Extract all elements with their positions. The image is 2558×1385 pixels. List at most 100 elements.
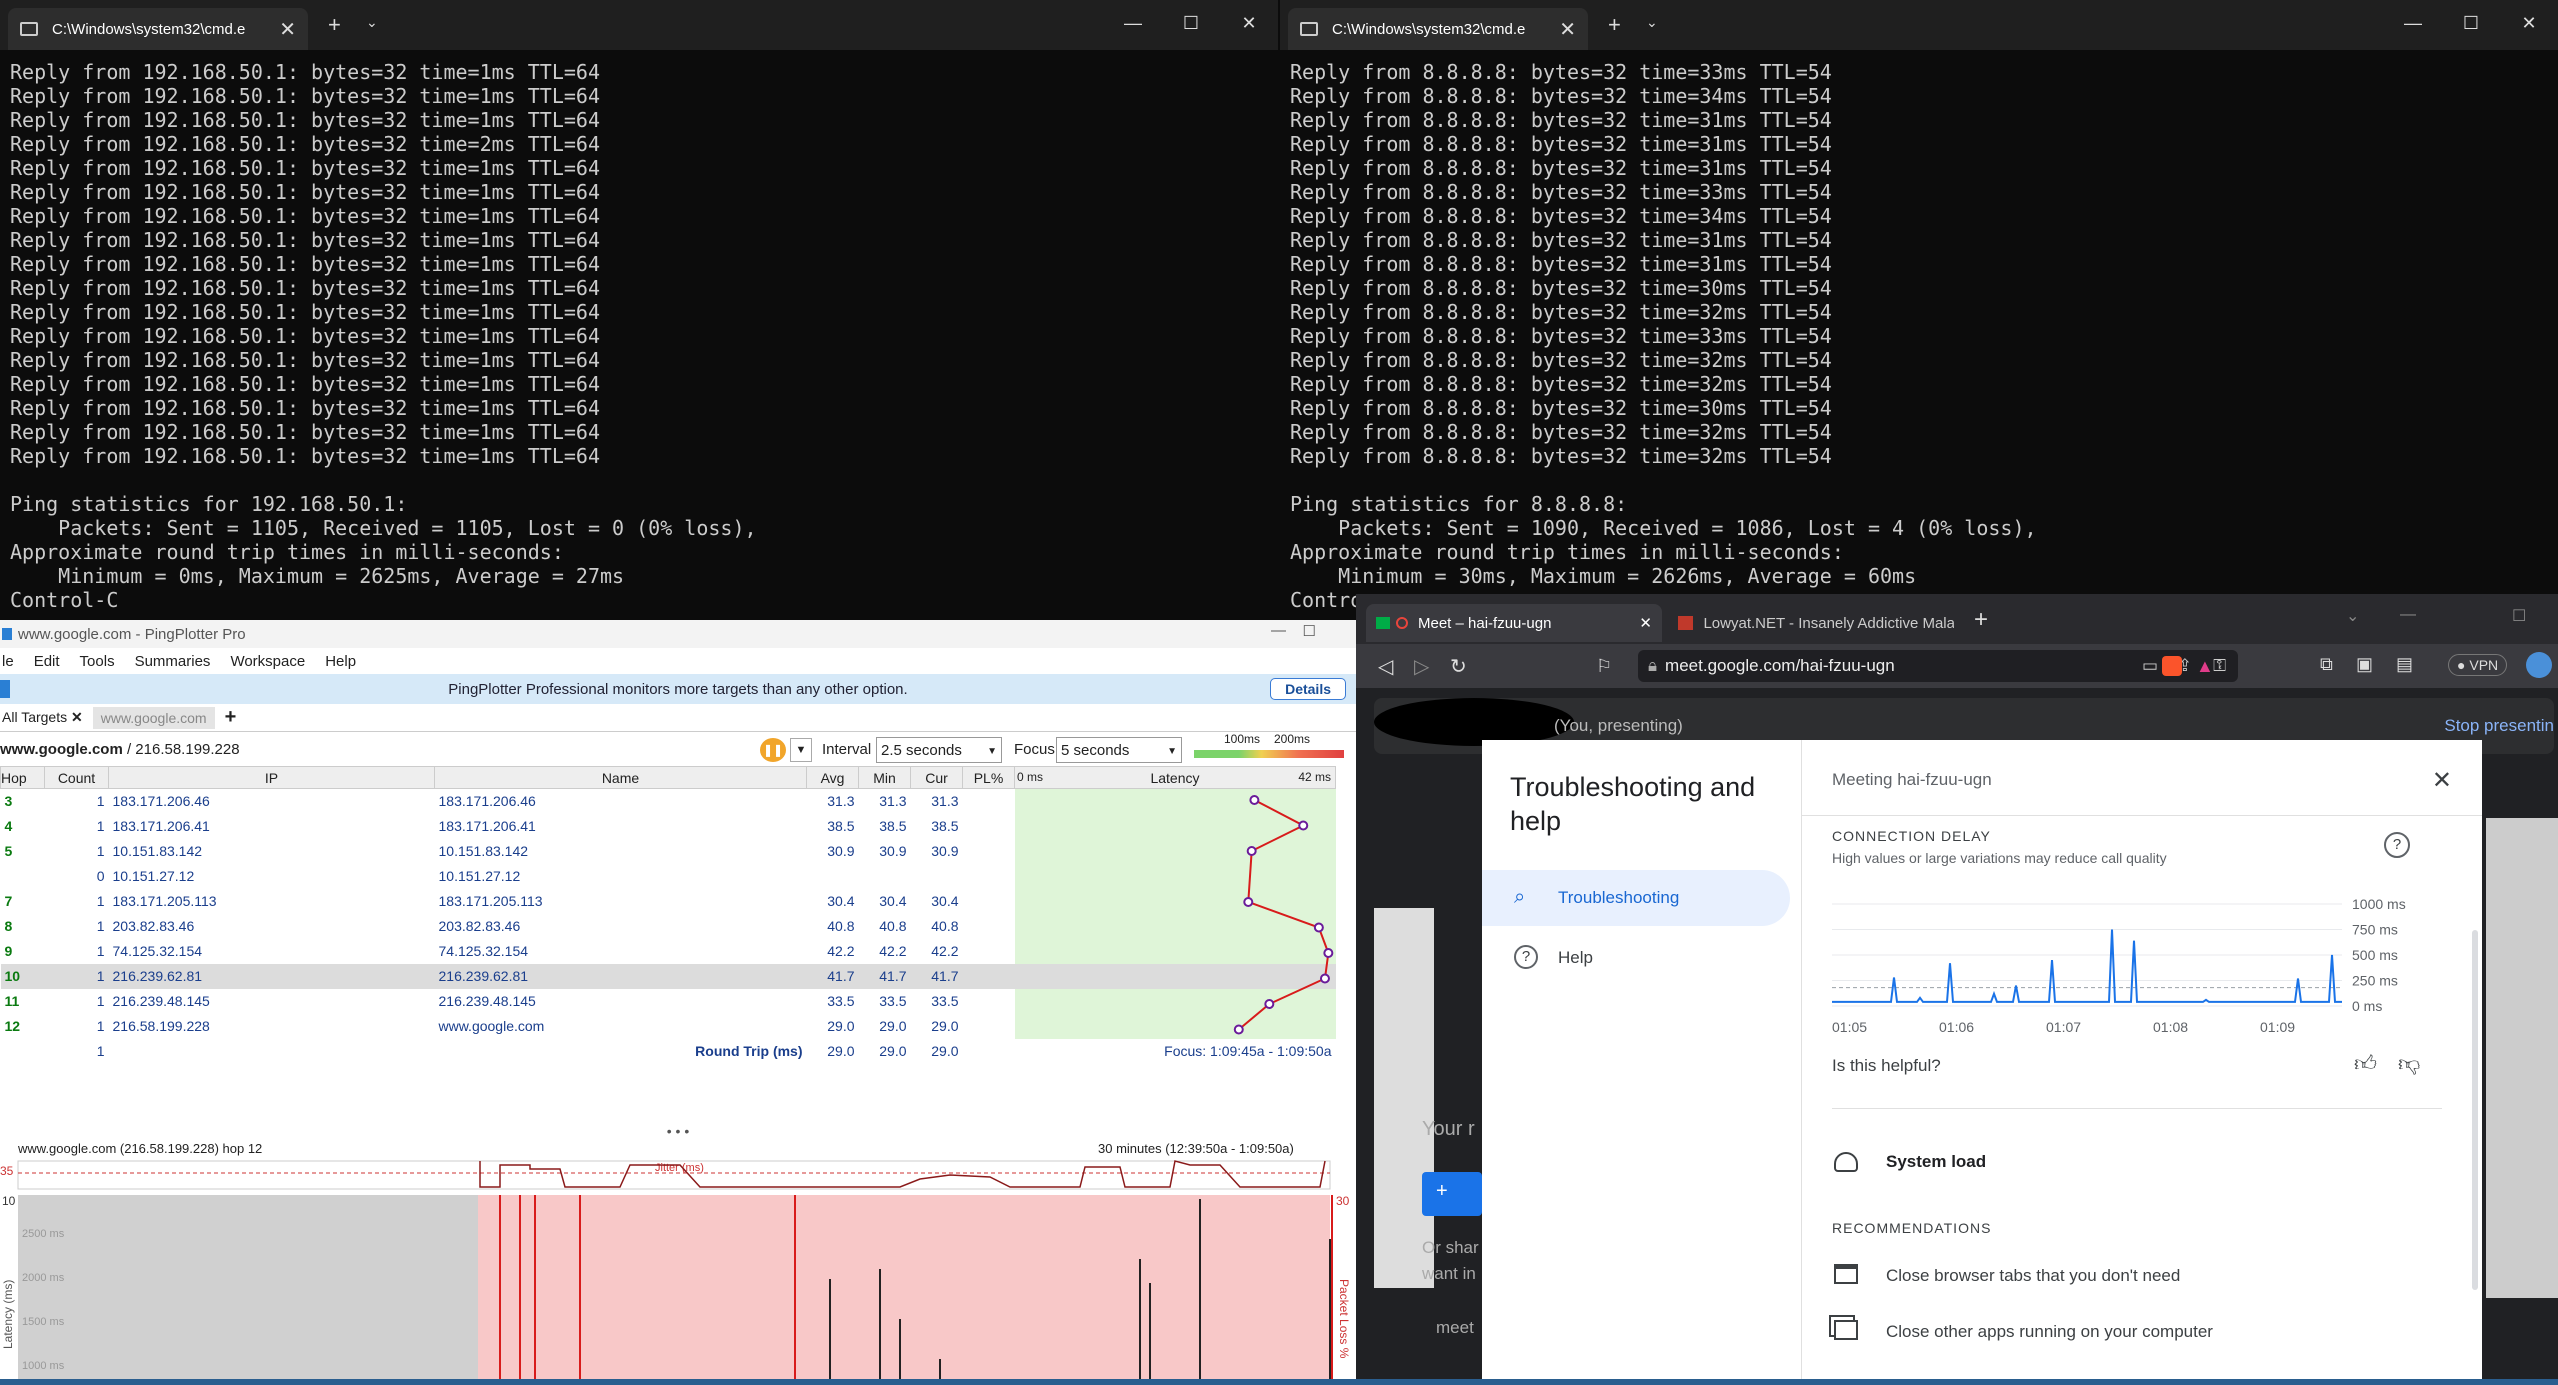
details-button[interactable]: Details [1270, 678, 1346, 700]
address-bar[interactable]: 🔒︎ meet.google.com/hai-fzuu-ugn ▭ ⇪ ⚿ [1638, 650, 2238, 682]
bookmark-icon[interactable]: ⚐ [1596, 656, 1612, 677]
menu-item[interactable]: Help [325, 653, 356, 670]
close-tab-icon[interactable]: ✕ [1639, 614, 1652, 632]
close-icon[interactable]: ✕ [2500, 8, 2558, 38]
latency-trace [1233, 795, 1334, 1035]
chevron-down-icon[interactable]: ⌄ [2346, 606, 2359, 626]
tab-current-target[interactable]: www.google.com [92, 706, 215, 729]
tab-meet[interactable]: Meet – hai-fzuu-ugn ✕ [1366, 604, 1662, 642]
avg-cell: 30.4 [827, 893, 855, 909]
name-cell: 203.82.83.46 [438, 918, 521, 934]
nav-troubleshooting[interactable]: ⌕ Troubleshooting [1482, 870, 1790, 926]
terminal-tab[interactable]: C:\Windows\system32\cmd.e ✕ [1288, 8, 1588, 50]
new-tab-icon[interactable]: + [328, 12, 341, 38]
chevron-down-icon[interactable]: ⌄ [1646, 14, 1658, 31]
col-pl[interactable]: PL% [962, 766, 1015, 789]
close-tab-icon[interactable]: ✕ [279, 17, 296, 42]
name-cell: 10.151.83.142 [438, 843, 529, 859]
x-tick: 01:06 [1939, 1019, 1974, 1035]
chevron-down-icon[interactable]: ▼ [790, 738, 812, 762]
count-cell: 1 [96, 943, 105, 959]
count-cell: 1 [96, 993, 105, 1009]
connection-delay-chart: 1000 ms 750 ms 500 ms 250 ms 0 ms 01:05 01:06 0… [1832, 896, 2406, 1035]
new-tab-icon[interactable]: + [1974, 606, 1988, 634]
help-icon[interactable]: ? [2384, 832, 2410, 858]
y-tick: 2500 ms [22, 1228, 65, 1240]
profile-icon[interactable] [2526, 652, 2552, 678]
menu-item[interactable]: Tools [80, 653, 115, 670]
table-header: Hop Count IP Name Avg Min Cur PL% 0 ms La… [0, 766, 1336, 789]
add-people-button[interactable]: + [1422, 1172, 1482, 1216]
bg-text: Your r [1422, 1118, 1475, 1140]
minimize-icon[interactable]: — [2384, 8, 2442, 38]
close-icon[interactable]: ✕ [2432, 766, 2452, 795]
thumbs-down-icon[interactable]: 👎︎ [2398, 1050, 2420, 1077]
interval-label: Interval [822, 741, 872, 758]
reload-icon[interactable]: ↻ [1450, 654, 1467, 679]
col-name[interactable]: Name [434, 766, 807, 789]
focus-label: Focus [1014, 741, 1055, 758]
vpn-button[interactable]: ● VPN [2448, 654, 2508, 676]
interval-value: 2.5 seconds [881, 742, 962, 759]
menu-item[interactable]: Workspace [230, 653, 305, 670]
col-ip[interactable]: IP [108, 766, 435, 789]
thumbs-up-icon[interactable]: 👍︎ [2354, 1050, 2377, 1077]
avg-cell: 33.5 [827, 993, 855, 1009]
y-tick: 1000 ms [22, 1360, 65, 1372]
pl-cell [963, 989, 1015, 1014]
menu-item[interactable]: Summaries [135, 653, 211, 670]
close-icon[interactable]: ✕ [1220, 8, 1278, 38]
new-tab-icon[interactable]: + [1608, 12, 1621, 38]
focus-select[interactable]: 5 seconds ▼ [1056, 737, 1182, 763]
forward-icon[interactable]: ▷ [1414, 654, 1429, 679]
help-icon: ? [1514, 945, 1538, 969]
brave-rewards-icon[interactable]: ▲ [2196, 656, 2214, 677]
sidebar-icon[interactable]: ▣ [2356, 654, 2373, 675]
pause-button[interactable]: ❚❚ [760, 738, 786, 762]
name-cell: www.google.com [438, 1018, 545, 1034]
close-tab-icon[interactable]: ✕ [1559, 17, 1576, 42]
tab-lowyat[interactable]: Lowyat.NET - Insanely Addictive Malay [1668, 604, 1964, 642]
cur-cell: 41.7 [910, 963, 963, 989]
back-icon[interactable]: ◁ [1378, 654, 1393, 679]
name-cell: 216.239.48.145 [438, 993, 536, 1009]
drag-handle[interactable]: • • • [0, 1123, 1356, 1139]
terminal-tab[interactable]: C:\Windows\system32\cmd.e ✕ [8, 8, 308, 50]
col-cur[interactable]: Cur [910, 766, 963, 789]
minimize-icon[interactable]: — [1271, 622, 1286, 639]
terminal-output[interactable]: Reply from 192.168.50.1: bytes=32 time=1… [0, 50, 1278, 620]
terminal-output[interactable]: Reply from 8.8.8.8: bytes=32 time=33ms T… [1280, 50, 2558, 620]
camera-icon[interactable]: ▭ [2142, 656, 2158, 676]
menu-item[interactable]: le [2, 653, 14, 670]
cur-cell: 30.9 [931, 843, 959, 859]
minimize-icon[interactable]: — [2400, 606, 2416, 624]
no-data-region [18, 1195, 478, 1385]
maximize-icon[interactable]: ☐ [2512, 606, 2526, 626]
col-latency[interactable]: 0 ms Latency 42 ms [1014, 766, 1336, 789]
maximize-icon[interactable]: ☐ [1162, 8, 1220, 38]
graph-range[interactable]: 30 minutes (12:39:50a - 1:09:50a) [1098, 1141, 1294, 1156]
col-count[interactable]: Count [44, 766, 109, 789]
col-avg[interactable]: Avg [806, 766, 859, 789]
wallet-icon[interactable]: ▤ [2396, 654, 2413, 675]
maximize-icon[interactable]: ☐ [1303, 622, 1316, 640]
dialog-sidebar: Troubleshooting and help ⌕ Troubleshooti… [1482, 740, 1802, 1385]
extensions-icon[interactable]: ⧉ [2320, 654, 2333, 675]
close-icon[interactable]: ✕ [71, 709, 83, 725]
stop-presenting-button[interactable]: Stop presentin [2444, 716, 2554, 736]
tab-all-targets[interactable]: All Targets ✕ [2, 709, 83, 726]
scrollbar[interactable] [2472, 930, 2478, 1290]
nav-help[interactable]: ? Help [1482, 930, 1790, 986]
chevron-down-icon[interactable]: ⌄ [366, 14, 378, 31]
browser-tab-icon [1834, 1264, 1858, 1284]
menu-item[interactable]: Edit [34, 653, 60, 670]
brave-shield-icon[interactable] [2162, 656, 2182, 676]
col-min[interactable]: Min [858, 766, 911, 789]
maximize-icon[interactable]: ☐ [2442, 8, 2500, 38]
minimize-icon[interactable]: — [1104, 8, 1162, 38]
interval-select[interactable]: 2.5 seconds ▼ [876, 737, 1002, 763]
col-hop[interactable]: Hop [0, 766, 45, 789]
key-icon[interactable]: ⚿ [2213, 656, 2226, 676]
add-tab-icon[interactable]: + [225, 706, 237, 729]
x-tick: 01:05 [1832, 1019, 1867, 1035]
